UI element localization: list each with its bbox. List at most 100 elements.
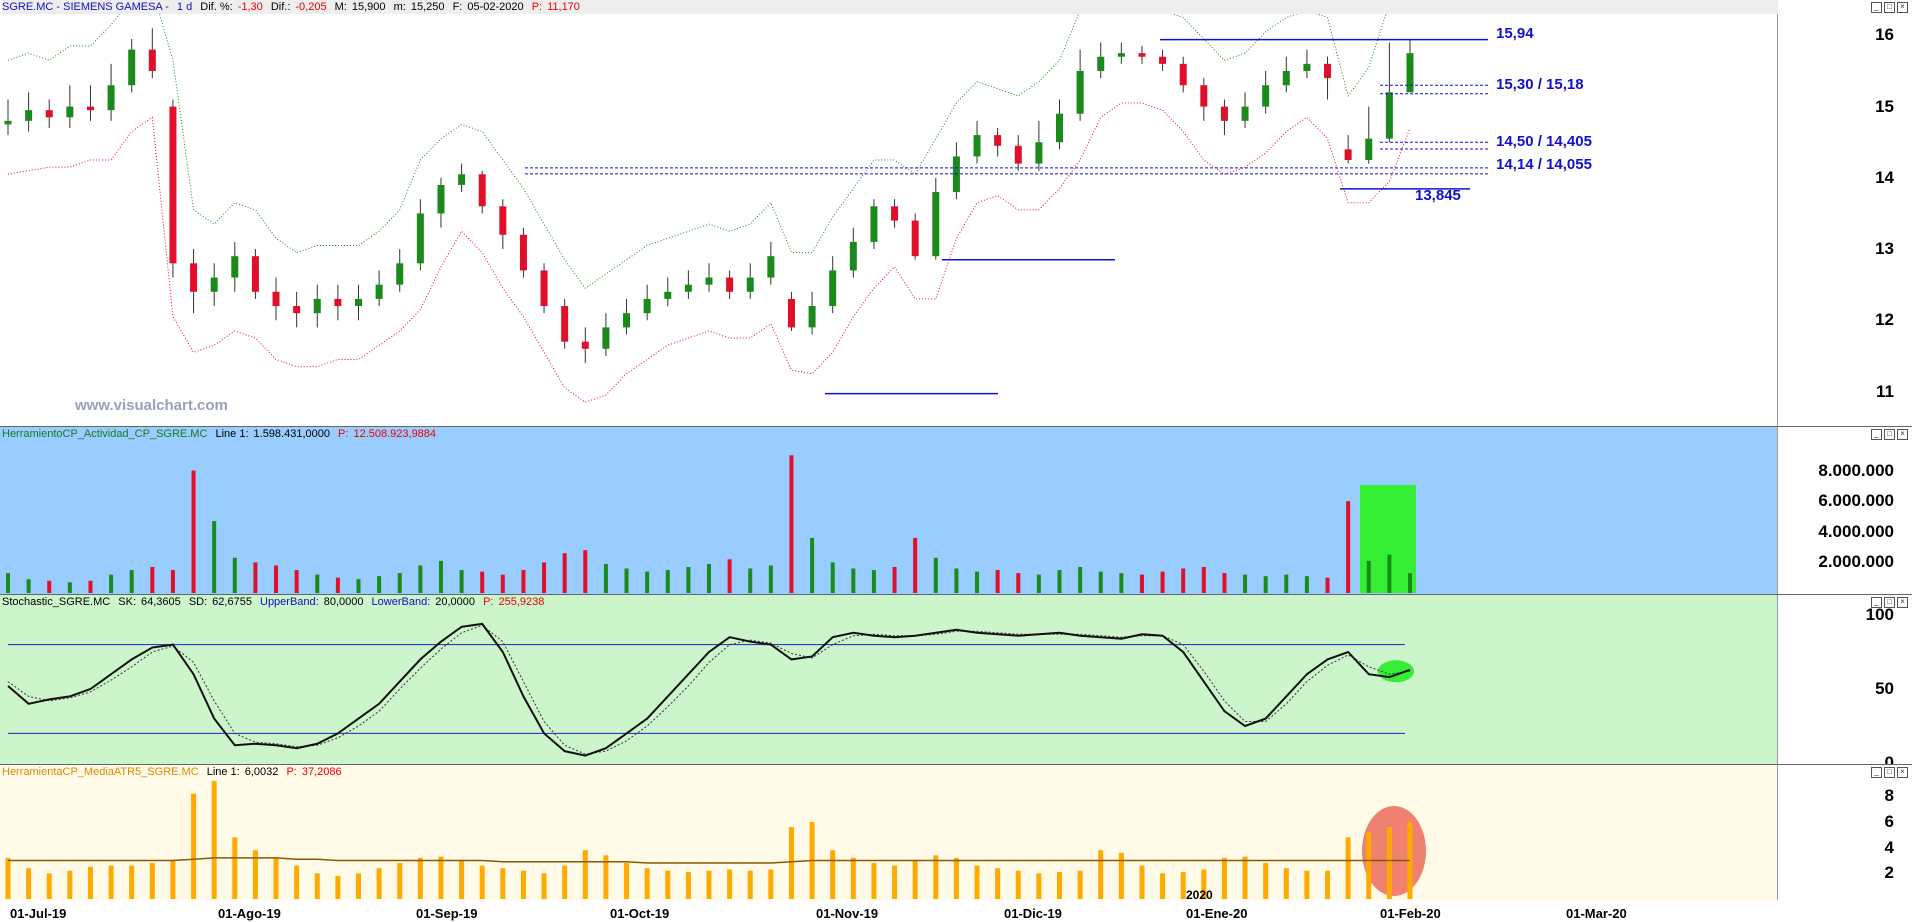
sd-value: 62,6755 <box>212 596 252 608</box>
atr-bar <box>933 855 939 899</box>
close-icon[interactable]: × <box>1897 2 1908 13</box>
watermark: www.visualchart.com <box>75 397 228 414</box>
volume-bar <box>377 576 382 593</box>
max-label: M: <box>334 1 347 13</box>
level-label-r4: 14,14 / 14,055 <box>1496 156 1592 173</box>
candle-body <box>1035 142 1043 164</box>
volume-bar <box>480 571 485 593</box>
upperband-label: UpperBand: <box>260 596 319 608</box>
maximize-icon[interactable]: □ <box>1884 429 1895 440</box>
volume-bar <box>1325 577 1330 593</box>
atr-bar <box>1077 870 1083 899</box>
timeframe-label: 1 d <box>176 1 193 13</box>
sd-label: SD: <box>188 596 208 608</box>
atr-bar <box>459 860 465 899</box>
maximize-icon[interactable]: □ <box>1884 767 1895 778</box>
volume-bar <box>1057 570 1062 593</box>
atr-bar <box>500 868 506 899</box>
volume-ytick-label: 4.000.000 <box>1818 521 1894 541</box>
x-tick-label: 01-Nov-19 <box>816 906 879 921</box>
volume-bar <box>624 568 629 593</box>
atr-bar <box>1345 837 1351 899</box>
volume-line-value: 1.598.431,0000 <box>253 428 330 440</box>
atr-bar <box>191 793 197 899</box>
atr-bar <box>170 860 176 899</box>
volume-bar <box>47 580 52 593</box>
symbol-label: SGRE.MC - SIEMENS GAMESA - <box>2 1 169 13</box>
volume-bar <box>768 565 773 593</box>
volume-bar <box>913 537 918 593</box>
volume-bar <box>521 570 526 593</box>
stochastic-window-controls: _ □ × <box>1869 596 1908 608</box>
volume-bar <box>1119 573 1124 593</box>
volume-bar <box>830 562 835 593</box>
atr-bar <box>1283 868 1289 899</box>
price-chart[interactable] <box>0 0 1778 426</box>
volume-bar <box>892 566 897 593</box>
candle-body <box>1344 149 1352 161</box>
stochastic-chart[interactable] <box>0 595 1778 765</box>
candle-body <box>1076 70 1084 114</box>
x-axis: 01-Jul-19 01-Ago-19 01-Sep-19 01-Oct-19 01-N… <box>0 888 1912 922</box>
atr-bar <box>1098 850 1104 899</box>
maximize-icon[interactable]: □ <box>1884 597 1895 608</box>
atr-bar <box>706 870 712 899</box>
minimize-icon[interactable]: _ <box>1871 597 1882 608</box>
price-y-axis <box>1777 0 1912 426</box>
volume-bar <box>170 570 175 593</box>
upperband-value: 80,0000 <box>323 596 364 608</box>
volume-bar <box>1098 571 1103 593</box>
candle-body <box>45 110 53 118</box>
close-icon[interactable]: × <box>1897 429 1908 440</box>
close-icon[interactable]: × <box>1897 597 1908 608</box>
candle-body <box>746 277 754 292</box>
atr-bar <box>1386 827 1392 899</box>
candle-body <box>870 206 878 242</box>
candle-body <box>272 291 280 307</box>
volume-bar <box>459 570 464 593</box>
atr-bar <box>479 865 485 899</box>
stochastic-indicator-name: Stochastic_SGRE.MC <box>2 596 111 608</box>
maximize-icon[interactable]: □ <box>1884 2 1895 13</box>
atr-header: HerramientaCP_MediaATR5_SGRE.MC Line 1: 6… <box>2 765 347 779</box>
candle-body <box>396 263 404 285</box>
close-icon[interactable]: × <box>1897 767 1908 778</box>
level-label-r1: 15,94 <box>1496 25 1534 42</box>
volume-bar <box>438 560 443 593</box>
volume-p-label: P: <box>338 428 349 440</box>
candle-body <box>1324 63 1332 79</box>
volume-bar <box>109 574 114 593</box>
candle-body <box>664 291 672 299</box>
atr-bar <box>912 860 918 899</box>
atr-bar <box>685 872 691 899</box>
atr-bar <box>644 868 650 899</box>
last-value: 11,170 <box>547 1 580 13</box>
atr-chart[interactable] <box>0 765 1778 901</box>
atr-bar <box>995 868 1001 899</box>
volume-bar <box>1036 574 1041 593</box>
atr-line-label: Line 1: <box>206 766 240 778</box>
dif-pct-value: -1,30 <box>237 1 263 13</box>
candle-body <box>416 213 424 264</box>
price-header: SGRE.MC - SIEMENS GAMESA - 1 d Dif. %: -1… <box>2 0 1778 14</box>
volume-bar <box>603 563 608 593</box>
sk-label: SK: <box>118 596 136 608</box>
candle-body <box>726 277 734 292</box>
atr-p-label: P: <box>286 766 297 778</box>
candle-body <box>1385 92 1393 139</box>
candle-body <box>1220 106 1228 121</box>
minimize-icon[interactable]: _ <box>1871 767 1882 778</box>
atr-bar <box>273 857 279 899</box>
minimize-icon[interactable]: _ <box>1871 429 1882 440</box>
minimize-icon[interactable]: _ <box>1871 2 1882 13</box>
volume-bar <box>67 582 72 593</box>
volume-chart[interactable] <box>0 427 1778 595</box>
candle-body <box>932 192 940 257</box>
x-tick-label: 01-Oct-19 <box>610 906 670 921</box>
atr-bar <box>1263 863 1269 899</box>
x-tick-label: 01-Dic-19 <box>1004 906 1062 921</box>
candle-body <box>602 327 610 349</box>
candle-body <box>148 49 156 71</box>
volume-bar <box>562 553 567 593</box>
stochastic-ytick-label: 100 <box>1865 605 1894 624</box>
